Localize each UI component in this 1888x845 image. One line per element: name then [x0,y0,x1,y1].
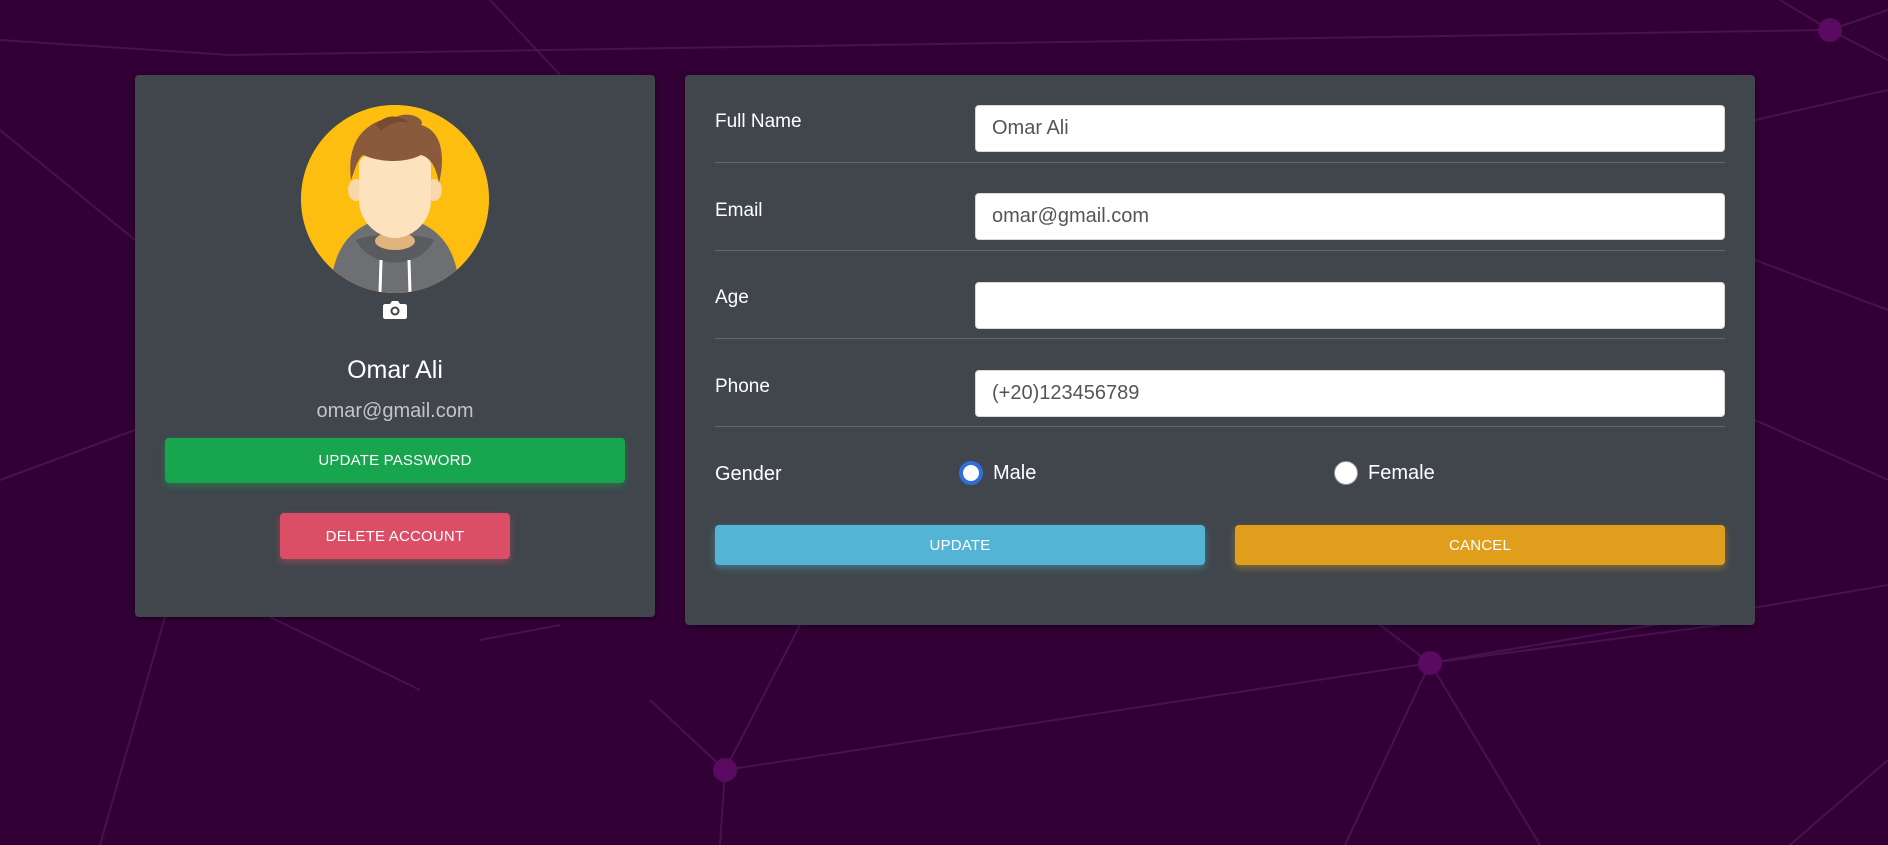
female-radio[interactable] [1334,461,1358,485]
avatar[interactable] [301,105,489,293]
email-label: Email [715,200,763,221]
age-field[interactable] [975,282,1725,329]
phone-label: Phone [715,376,770,397]
delete-account-button[interactable]: DELETE ACCOUNT [280,513,510,559]
profile-email: omar@gmail.com [316,400,474,422]
update-button[interactable]: UPDATE [715,525,1205,565]
age-label: Age [715,287,749,308]
phone-field[interactable] [975,370,1725,417]
full-name-field[interactable] [975,105,1725,152]
male-radio-label: Male [993,461,1037,484]
email-field[interactable] [975,193,1725,240]
update-password-button[interactable]: UPDATE PASSWORD [165,438,625,483]
full-name-row: Full Name [715,75,1725,163]
avatar-illustration [301,105,489,293]
gender-option-male[interactable]: Male [959,461,1036,485]
gender-option-female[interactable]: Female [1334,461,1435,485]
cancel-button[interactable]: CANCEL [1235,525,1725,565]
camera-icon[interactable] [383,299,407,319]
age-row: Age [715,251,1725,339]
profile-form: Full Name Email Age Phone Gender Male Fe… [685,75,1755,625]
full-name-label: Full Name [715,111,802,132]
female-radio-label: Female [1368,461,1435,484]
email-row: Email [715,163,1725,251]
profile-card: Omar Ali omar@gmail.com UPDATE PASSWORD … [135,75,655,617]
male-radio[interactable] [959,461,983,485]
profile-name: Omar Ali [347,356,443,384]
gender-label: Gender [715,463,782,485]
phone-row: Phone [715,339,1725,427]
